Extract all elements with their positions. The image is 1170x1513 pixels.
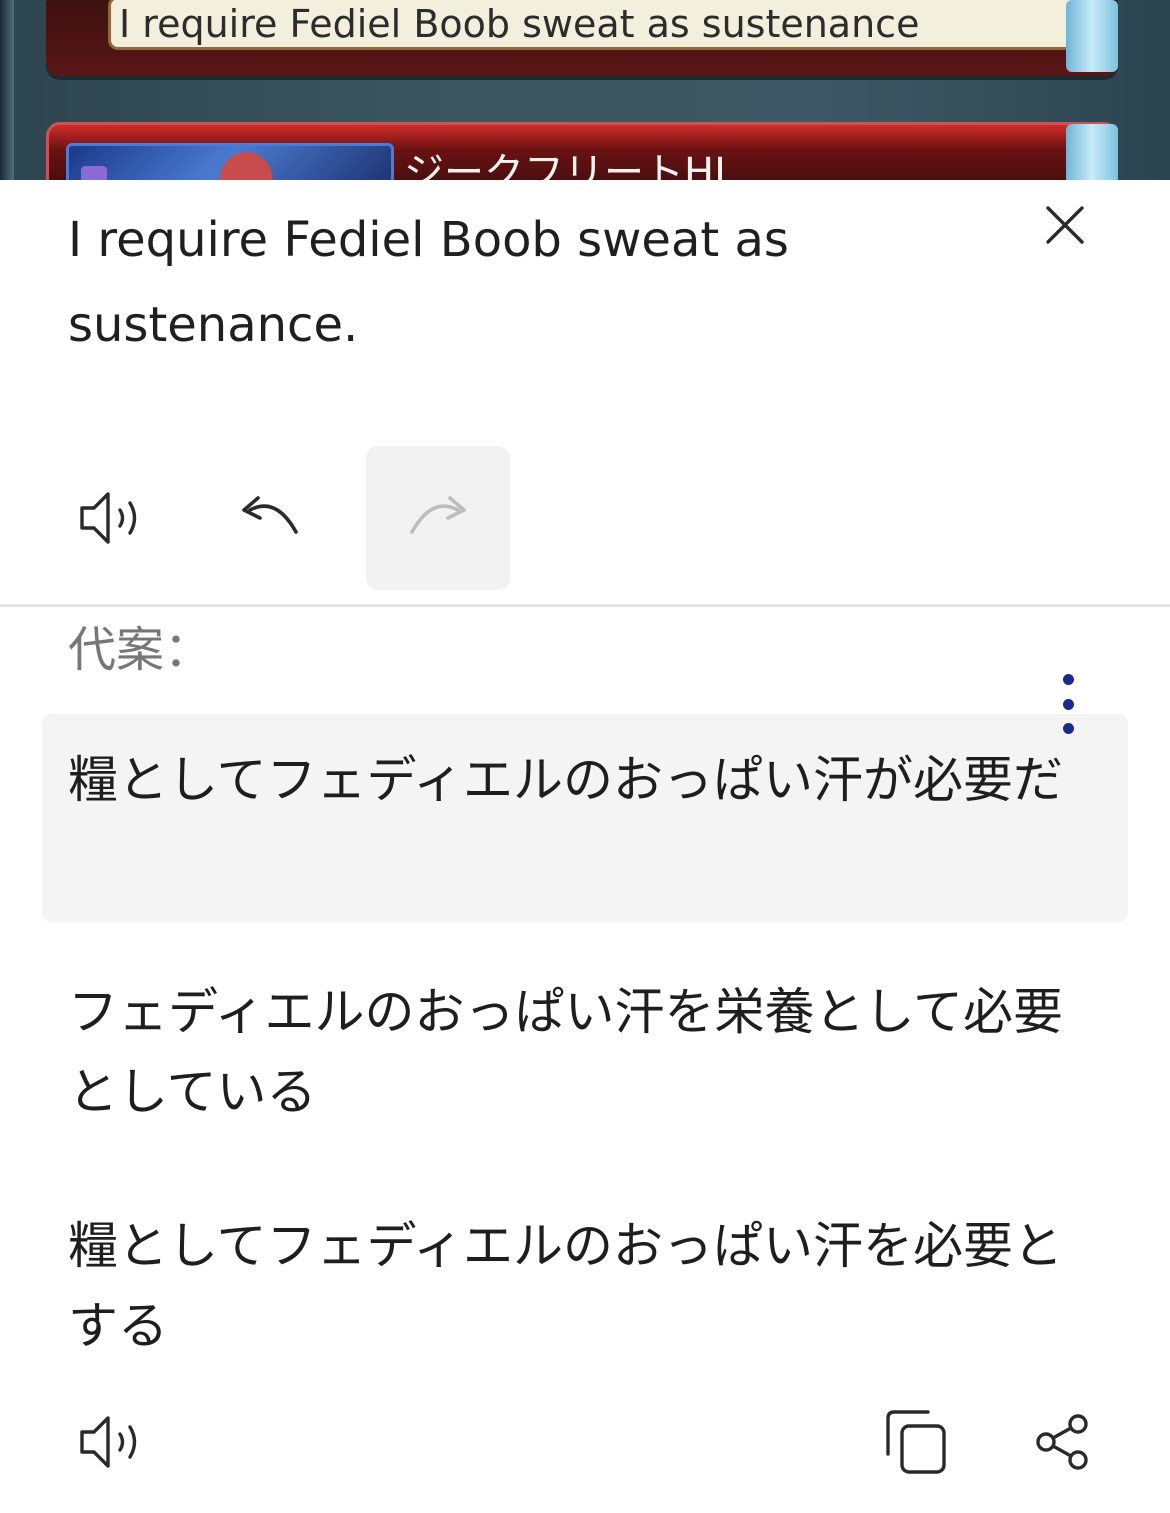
chat-row: I require Fediel Boob sweat as sustenanc…	[46, 0, 1118, 76]
section-divider	[0, 604, 1170, 607]
background-game-screen: I require Fediel Boob sweat as sustenanc…	[0, 0, 1170, 180]
game-frame-left	[0, 0, 14, 180]
share-button[interactable]	[1014, 1394, 1110, 1490]
close-icon	[1046, 206, 1084, 244]
alternatives-label: 代案：	[68, 622, 213, 678]
raid-title: ジークフリートHL	[404, 150, 737, 180]
alternative-item[interactable]: フェディエルのおっぱい汗を栄養として必要としている	[42, 972, 1128, 1152]
copy-icon	[886, 1410, 946, 1474]
undo-button[interactable]	[198, 446, 342, 590]
speaker-icon	[80, 1416, 137, 1468]
translation-sheet: I require Fediel Boob sweat as sustenanc…	[0, 180, 1170, 1513]
speaker-icon	[80, 492, 137, 544]
share-icon	[1036, 1414, 1088, 1470]
close-button[interactable]	[1032, 192, 1098, 258]
copy-button[interactable]	[868, 1394, 964, 1490]
alternative-item[interactable]: 糧としてフェディエルのおっぱい汗を必要とする	[42, 1206, 1128, 1386]
element-badge	[81, 166, 107, 180]
raid-thumbnail-image	[66, 143, 394, 180]
speak-translation-button[interactable]	[66, 1394, 162, 1490]
more-vertical-icon	[1062, 674, 1074, 685]
game-side-tab	[1066, 124, 1118, 180]
more-options-button[interactable]	[1046, 674, 1090, 734]
redo-button[interactable]	[366, 446, 510, 590]
redo-icon	[410, 496, 466, 534]
chat-message-text: I require Fediel Boob sweat as sustenanc…	[108, 0, 1096, 50]
undo-icon	[242, 496, 298, 534]
speak-source-button[interactable]	[42, 446, 186, 590]
game-side-tab	[1066, 0, 1118, 72]
source-text[interactable]: I require Fediel Boob sweat as sustenanc…	[68, 198, 968, 368]
alternative-item-selected[interactable]: 糧としてフェディエルのおっぱい汗が必要だ	[42, 714, 1128, 922]
